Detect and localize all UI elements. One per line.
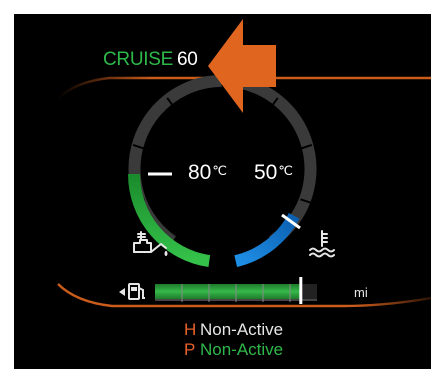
coolant-temp-arc xyxy=(234,212,300,267)
status-state-p: Non-Active xyxy=(200,340,284,359)
instrument-cluster: CRUISE 60 80℃ 50℃ mi H Non-Active P Non-Act… xyxy=(14,14,431,369)
fuel-bar-fill xyxy=(155,284,301,299)
cruise-indicator: CRUISE 60 xyxy=(103,49,198,71)
coolant-temp-readout: 50℃ xyxy=(254,161,293,185)
status-row-p: P Non-Active xyxy=(184,340,283,360)
fuel-pump-icon xyxy=(119,283,145,300)
oil-temp-value: 80 xyxy=(188,161,212,184)
oil-temp-readout: 80℃ xyxy=(188,161,227,185)
drive-status-list: H Non-Active P Non-Active xyxy=(184,320,283,360)
fuel-range-unit: mi xyxy=(354,285,368,300)
status-letter-h: H xyxy=(184,320,197,339)
coolant-temperature-icon xyxy=(309,230,335,258)
cruise-speed: 60 xyxy=(177,49,198,70)
cruise-label: CRUISE xyxy=(103,49,173,70)
status-row-h: H Non-Active xyxy=(184,320,283,340)
oil-temp-unit: ℃ xyxy=(212,163,227,178)
status-state-h: Non-Active xyxy=(200,320,284,339)
coolant-temp-unit: ℃ xyxy=(278,163,293,178)
coolant-temp-value: 50 xyxy=(254,161,278,184)
oil-temp-arc xyxy=(128,173,211,268)
cluster-graphics xyxy=(57,19,431,308)
fuel-gauge xyxy=(155,277,317,304)
status-letter-p: P xyxy=(184,340,196,359)
